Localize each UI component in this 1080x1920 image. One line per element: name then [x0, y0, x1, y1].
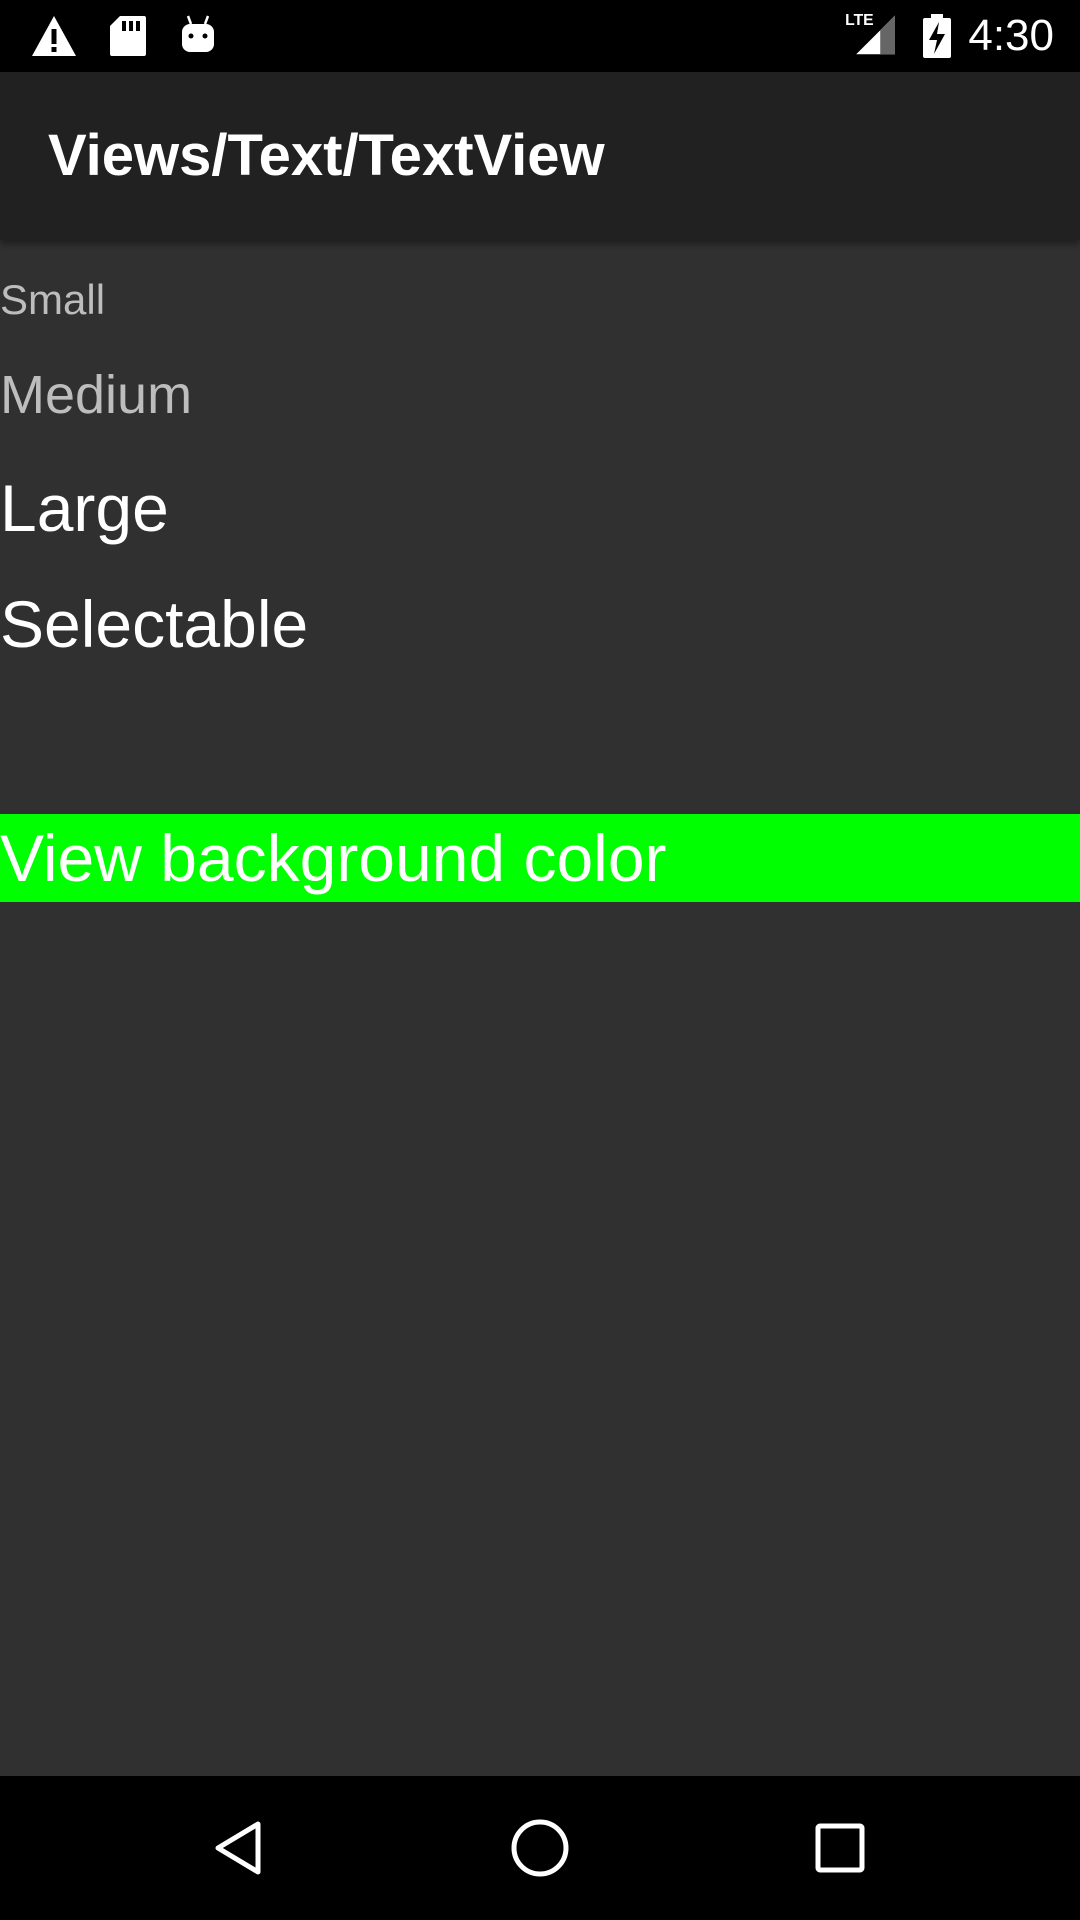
page-title: Views/Text/TextView — [48, 123, 605, 188]
app-bar: Views/Text/TextView — [0, 72, 1080, 240]
android-debug-icon — [182, 15, 214, 52]
navigation-bar — [0, 1776, 1080, 1920]
selectable-text-view[interactable]: Selectable — [0, 586, 308, 662]
sd-card-icon — [110, 16, 146, 56]
status-time: 4:30 — [968, 11, 1054, 60]
small-text-view: Small — [0, 276, 106, 323]
lte-label: LTE — [845, 12, 873, 29]
battery-charging-icon — [923, 14, 951, 58]
home-icon[interactable] — [504, 1812, 576, 1884]
content-area: Small Medium Large Selectable View backg… — [0, 240, 1080, 1776]
back-icon[interactable] — [204, 1812, 276, 1884]
medium-text-view: Medium — [0, 365, 193, 425]
warning-icon — [32, 16, 76, 56]
status-bar: LTE 4:30 — [0, 0, 1080, 72]
recents-icon[interactable] — [804, 1812, 876, 1884]
large-text-view: Large — [0, 471, 169, 545]
lte-signal-icon: LTE — [845, 12, 895, 55]
screen: LTE 4:30 Views/Text/TextView Small Mediu… — [0, 0, 1080, 1920]
background-color-text-view: View background color — [0, 814, 1080, 902]
